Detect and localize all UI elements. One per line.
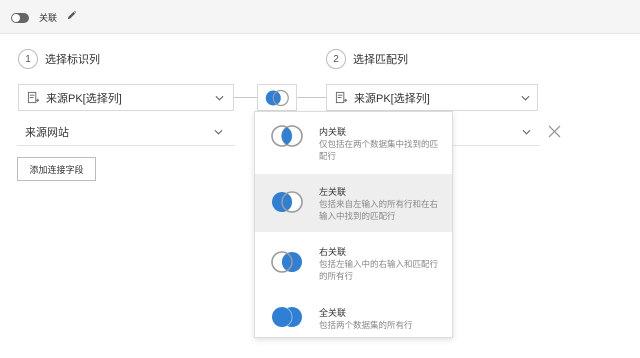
step-label: 选择匹配列 [353, 54, 408, 66]
right-join-venn-icon [271, 251, 302, 273]
connector-line [234, 97, 257, 98]
join-option-description: 仅包括在两个数据集中找到的匹配行 [319, 139, 439, 161]
field-left-value[interactable]: 来源网站 [25, 124, 69, 140]
full-join-venn-icon [272, 307, 302, 327]
close-icon[interactable] [546, 123, 563, 140]
chevron-down-icon [215, 95, 224, 101]
join-option-title: 全关联 [319, 308, 347, 318]
step-1: 1 选择标识列 [18, 48, 100, 70]
join-title: 关联 [39, 13, 58, 23]
join-option-title: 左关联 [319, 187, 347, 197]
add-join-field-button[interactable]: 添加连接字段 [17, 157, 96, 181]
join-option-description: 包括左输入中的右输入和匹配行的所有行 [319, 259, 439, 281]
join-venn-icon [265, 89, 289, 106]
identifier-column-select[interactable]: 来源PK[选择列] [18, 84, 234, 111]
join-option-description: 包括两个数据集的所有行 [319, 320, 413, 330]
chevron-down-icon[interactable] [522, 129, 531, 135]
join-header: 关联 [0, 0, 640, 34]
pencil-icon[interactable] [66, 10, 77, 21]
join-option-right[interactable]: 右关联 包括左输入中的右输入和匹配行的所有行 [255, 234, 452, 292]
field-right-underline [453, 145, 540, 146]
step-label: 选择标识列 [45, 54, 100, 66]
join-option-description: 包括来自左输入的所有行和在右输入中找到的匹配行 [319, 199, 439, 221]
match-column-select[interactable]: 来源PK[选择列] [326, 84, 538, 111]
column-icon [335, 91, 348, 104]
toggle-knob [12, 14, 20, 22]
step-number: 1 [18, 49, 38, 69]
identifier-column-value: 来源PK[选择列] [46, 92, 122, 105]
match-column-value: 来源PK[选择列] [354, 92, 430, 105]
connector-line [297, 97, 326, 98]
join-type-button[interactable] [257, 84, 297, 111]
inner-join-venn-icon [271, 125, 303, 147]
chevron-down-icon[interactable] [214, 129, 223, 135]
join-option-title: 内关联 [319, 127, 347, 137]
join-type-dropdown: 内关联 仅包括在两个数据集中找到的匹配行 左关联 包括来自左输入的所有行和在右输… [254, 111, 453, 338]
left-join-venn-icon [272, 191, 303, 213]
join-option-inner[interactable]: 内关联 仅包括在两个数据集中找到的匹配行 [255, 112, 452, 170]
step-2: 2 选择匹配列 [326, 48, 408, 70]
step-number: 2 [326, 49, 346, 69]
toggle-icon[interactable] [11, 13, 29, 23]
join-option-full[interactable]: 全关联 包括两个数据集的所有行 [255, 292, 452, 350]
column-icon [27, 91, 40, 104]
field-left-underline [17, 145, 235, 146]
chevron-down-icon [521, 95, 530, 101]
join-option-left[interactable]: 左关联 包括来自左输入的所有行和在右输入中找到的匹配行 [255, 174, 452, 232]
join-option-title: 右关联 [319, 247, 347, 257]
